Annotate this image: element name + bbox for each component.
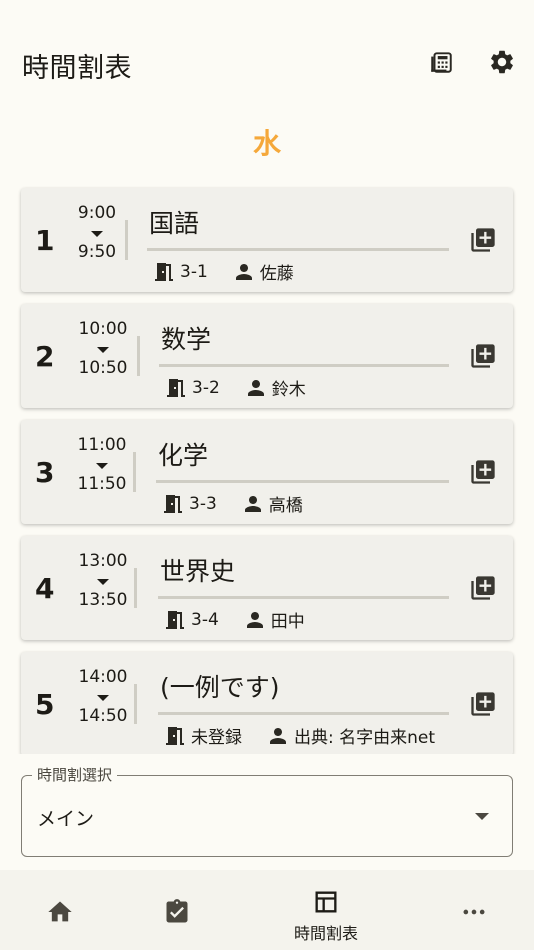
calculator-icon[interactable]: [423, 44, 459, 80]
nav-home[interactable]: [10, 898, 110, 926]
subject-name[interactable]: 数学: [161, 320, 211, 356]
teacher-label: 佐藤: [259, 264, 294, 284]
day-of-week-label: 水: [252, 127, 281, 160]
period-card[interactable]: 5 14:00 14:50 (一例です) 未登録 出典: 名字由来net: [21, 652, 513, 754]
home-icon: [48, 901, 72, 922]
add-note-button[interactable]: [469, 690, 497, 718]
more-icon: [463, 909, 485, 915]
room-label: 3-2: [192, 377, 220, 398]
period-number: 4: [35, 572, 55, 605]
person-icon: [244, 376, 268, 400]
timetable-select-value: メイン: [37, 808, 95, 830]
dropdown-arrow-icon: [475, 813, 489, 820]
nav-timetable-label: 時間割表: [293, 924, 358, 943]
door-icon: [163, 608, 187, 632]
arrow-down-icon: [97, 579, 109, 585]
arrow-down-icon: [97, 347, 109, 353]
subject-underline: [158, 712, 449, 715]
start-time: 9:00: [77, 203, 117, 223]
subject-underline: [156, 480, 449, 483]
bottom-navigation: 時間割表: [0, 870, 534, 950]
divider: [133, 452, 136, 492]
arrow-down-icon: [96, 463, 108, 469]
library-add-icon: [469, 458, 497, 486]
time-range[interactable]: 9:00 9:50: [67, 203, 127, 262]
table-icon: [315, 891, 337, 913]
period-list[interactable]: 1 9:00 9:50 国語 3-1 佐藤 2 10:00 10:50 数学 3…: [0, 180, 534, 754]
teacher-label: 出典: 名字由来net: [294, 728, 436, 748]
subject-underline: [147, 248, 449, 251]
room-label: 3-3: [189, 493, 217, 514]
door-icon: [163, 724, 187, 748]
teacher-label: 鈴木: [271, 380, 306, 400]
library-add-icon: [469, 690, 497, 718]
subject-name[interactable]: 世界史: [160, 552, 235, 588]
end-time: 10:50: [78, 358, 128, 378]
person-icon: [243, 608, 267, 632]
period-card[interactable]: 2 10:00 10:50 数学 3-2 鈴木: [21, 304, 513, 408]
time-range[interactable]: 11:00 11:50: [72, 435, 132, 494]
period-meta: 3-1 佐藤: [152, 259, 294, 284]
end-time: 14:50: [78, 706, 128, 726]
nav-tasks[interactable]: [127, 898, 227, 926]
add-note-button[interactable]: [469, 342, 497, 370]
divider: [125, 220, 128, 260]
period-number: 5: [35, 688, 55, 721]
gear-icon[interactable]: [484, 44, 520, 80]
period-meta: 3-4 田中: [163, 607, 305, 632]
period-meta: 3-3 高橋: [161, 491, 303, 516]
end-time: 11:50: [77, 474, 127, 494]
teacher-label: 田中: [270, 612, 305, 632]
divider: [134, 684, 137, 724]
add-note-button[interactable]: [469, 226, 497, 254]
time-range[interactable]: 13:00 13:50: [73, 551, 133, 610]
subject-name[interactable]: 化学: [158, 436, 208, 472]
subject-name[interactable]: (一例です): [160, 668, 280, 704]
period-card[interactable]: 1 9:00 9:50 国語 3-1 佐藤: [21, 188, 513, 292]
period-meta: 未登録 出典: 名字由来net: [163, 723, 435, 748]
end-time: 9:50: [77, 242, 117, 262]
room-label: 3-4: [191, 609, 219, 630]
period-meta: 3-2 鈴木: [164, 375, 306, 400]
divider: [134, 568, 137, 608]
door-icon: [164, 376, 188, 400]
subject-underline: [158, 596, 449, 599]
start-time: 10:00: [78, 319, 128, 339]
add-note-button[interactable]: [469, 574, 497, 602]
time-range[interactable]: 14:00 14:50: [73, 667, 133, 726]
end-time: 13:50: [78, 590, 128, 610]
door-icon: [152, 260, 176, 284]
arrow-down-icon: [91, 231, 103, 237]
door-icon: [161, 492, 185, 516]
room-label: 未登録: [191, 728, 242, 748]
person-icon: [241, 492, 265, 516]
start-time: 14:00: [78, 667, 128, 687]
period-number: 1: [35, 224, 55, 257]
library-add-icon: [469, 226, 497, 254]
start-time: 13:00: [78, 551, 128, 571]
nav-timetable[interactable]: 時間割表: [276, 888, 376, 944]
arrow-down-icon: [97, 695, 109, 701]
start-time: 11:00: [77, 435, 127, 455]
period-number: 2: [35, 340, 55, 373]
library-add-icon: [469, 342, 497, 370]
person-icon: [232, 260, 256, 284]
timetable-select[interactable]: 時間割選択 メイン: [21, 764, 513, 857]
task-check-icon: [166, 899, 188, 923]
person-icon: [266, 724, 290, 748]
library-add-icon: [469, 574, 497, 602]
time-range[interactable]: 10:00 10:50: [73, 319, 133, 378]
teacher-label: 高橋: [268, 496, 303, 516]
add-note-button[interactable]: [469, 458, 497, 486]
nav-more[interactable]: [424, 898, 524, 926]
period-card[interactable]: 4 13:00 13:50 世界史 3-4 田中: [21, 536, 513, 640]
timetable-select-label: 時間割選択: [32, 764, 118, 785]
subject-underline: [159, 364, 449, 367]
room-label: 3-1: [180, 261, 208, 282]
period-card[interactable]: 3 11:00 11:50 化学 3-3 高橋: [21, 420, 513, 524]
period-number: 3: [35, 456, 55, 489]
page-title: 時間割表: [22, 53, 132, 84]
divider: [137, 336, 140, 376]
subject-name[interactable]: 国語: [149, 204, 199, 240]
